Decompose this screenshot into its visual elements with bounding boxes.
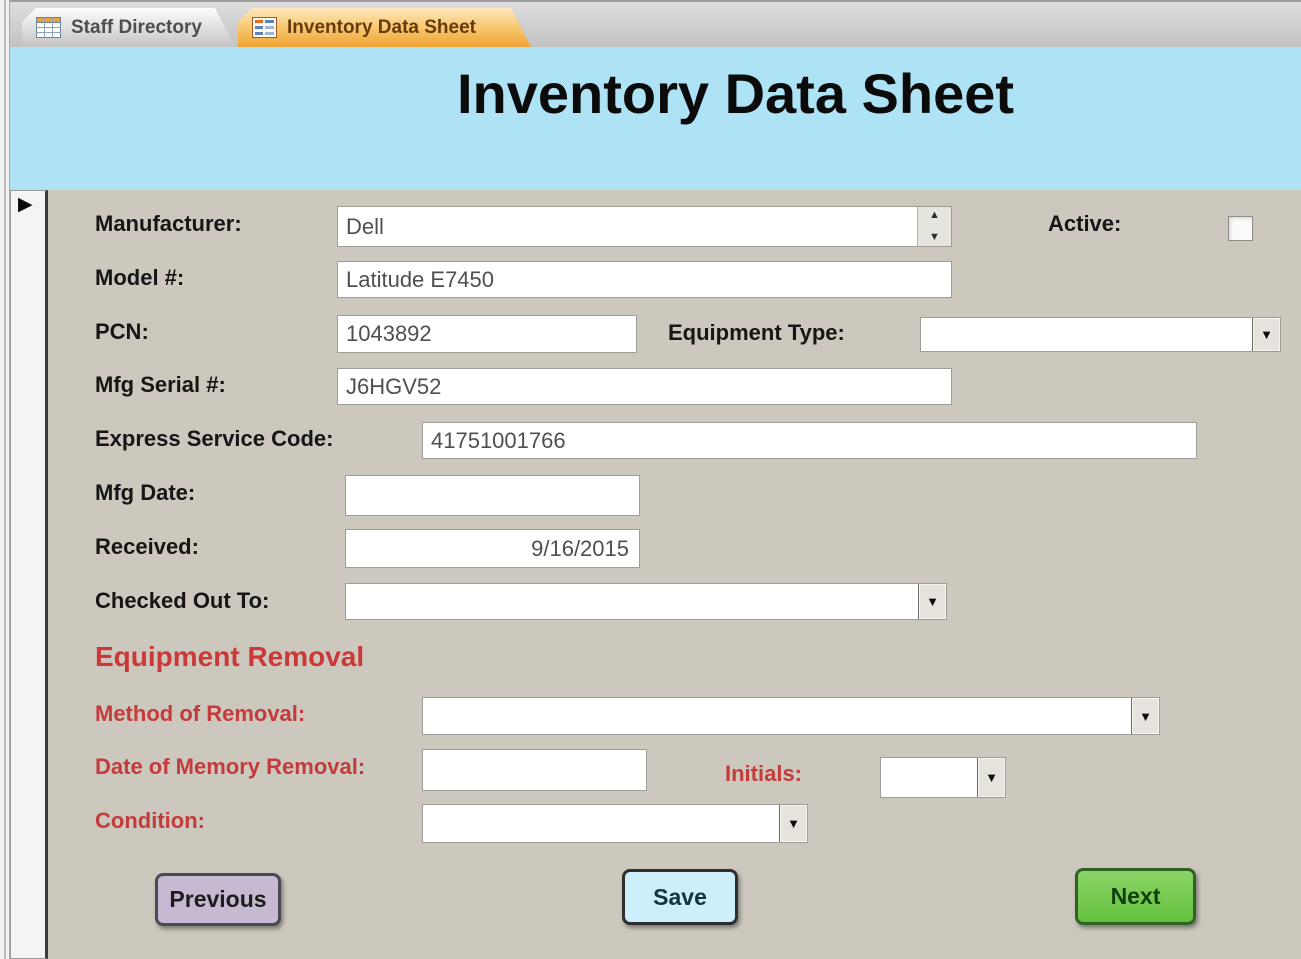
current-record-arrow-icon: ▶: [18, 195, 33, 214]
model-input[interactable]: Latitude E7450: [337, 261, 952, 298]
spinner-down-icon[interactable]: ▼: [929, 232, 940, 243]
received-input[interactable]: 9/16/2015: [345, 529, 640, 568]
checked-out-to-label: Checked Out To:: [95, 588, 269, 614]
spinner-control[interactable]: ▲ ▼: [917, 207, 951, 246]
tab-staff-directory[interactable]: Staff Directory: [22, 8, 235, 47]
pcn-label: PCN:: [95, 319, 149, 345]
tab-label: Inventory Data Sheet: [287, 17, 476, 39]
dropdown-arrow-icon[interactable]: ▼: [779, 805, 807, 842]
equipment-removal-heading: Equipment Removal: [95, 641, 364, 673]
window-left-edge: [0, 0, 10, 959]
previous-button[interactable]: Previous: [155, 873, 281, 926]
dropdown-arrow-icon[interactable]: ▼: [977, 758, 1005, 797]
mfg-serial-input[interactable]: J6HGV52: [337, 368, 952, 405]
mfg-date-label: Mfg Date:: [95, 480, 195, 506]
equipment-type-dropdown[interactable]: ▼: [920, 317, 1281, 352]
save-button[interactable]: Save: [622, 869, 738, 925]
express-service-code-input[interactable]: 41751001766: [422, 422, 1197, 459]
next-button[interactable]: Next: [1075, 868, 1196, 925]
mfg-serial-label: Mfg Serial #:: [95, 372, 226, 398]
form-icon: [252, 17, 277, 38]
mfg-date-input[interactable]: [345, 475, 640, 516]
manufacturer-label: Manufacturer:: [95, 211, 242, 237]
tab-label: Staff Directory: [71, 17, 202, 39]
initials-dropdown[interactable]: ▼: [880, 757, 1006, 798]
condition-dropdown[interactable]: ▼: [422, 804, 808, 843]
date-of-memory-removal-label: Date of Memory Removal:: [95, 754, 365, 780]
active-label: Active:: [1048, 211, 1121, 237]
equipment-type-label: Equipment Type:: [668, 320, 845, 346]
pcn-input[interactable]: 1043892: [337, 315, 637, 353]
inventory-form-window: Staff Directory Inventory Data Sheet Inv…: [0, 0, 1301, 959]
datasheet-table-icon: [36, 17, 61, 38]
condition-label: Condition:: [95, 808, 205, 834]
initials-label: Initials:: [725, 761, 802, 787]
dropdown-arrow-icon[interactable]: ▼: [918, 584, 946, 619]
date-of-memory-removal-input[interactable]: [422, 749, 647, 791]
dropdown-arrow-icon[interactable]: ▼: [1252, 318, 1280, 351]
tab-inventory-data-sheet[interactable]: Inventory Data Sheet: [238, 8, 531, 47]
checked-out-to-dropdown[interactable]: ▼: [345, 583, 947, 620]
form-header: Inventory Data Sheet: [10, 47, 1301, 190]
model-label: Model #:: [95, 265, 184, 291]
method-of-removal-label: Method of Removal:: [95, 701, 305, 727]
tab-bar: Staff Directory Inventory Data Sheet: [10, 0, 1301, 47]
page-title: Inventory Data Sheet: [170, 61, 1301, 126]
record-selector-bar[interactable]: ▶: [10, 190, 48, 959]
express-service-code-label: Express Service Code:: [95, 426, 333, 452]
received-label: Received:: [95, 534, 199, 560]
dropdown-arrow-icon[interactable]: ▼: [1131, 698, 1159, 734]
spinner-up-icon[interactable]: ▲: [929, 210, 940, 221]
manufacturer-input[interactable]: Dell ▲ ▼: [337, 206, 952, 247]
method-of-removal-dropdown[interactable]: ▼: [422, 697, 1160, 735]
active-checkbox[interactable]: [1228, 216, 1253, 241]
